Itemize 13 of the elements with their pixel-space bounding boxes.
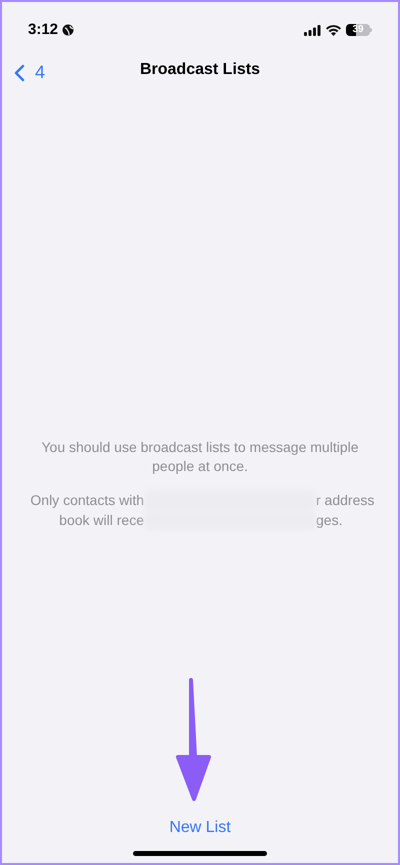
note-text: book will rece bbox=[58, 510, 144, 530]
globe-icon bbox=[62, 24, 74, 36]
chevron-left-icon bbox=[14, 64, 25, 82]
info-text: You should use broadcast lists to message multiple people at once. bbox=[40, 438, 360, 476]
new-list-button[interactable]: New List bbox=[169, 816, 231, 840]
signal-icon bbox=[304, 24, 321, 36]
wifi-icon bbox=[326, 24, 341, 36]
status-time: 3:12 bbox=[28, 20, 58, 40]
note-text: Only contacts with bbox=[29, 490, 144, 510]
note-text: ges. bbox=[316, 510, 344, 530]
back-button[interactable]: 4 bbox=[14, 59, 46, 86]
note-text: r address bbox=[316, 490, 376, 510]
screen-title: Broadcast Lists bbox=[140, 60, 260, 80]
